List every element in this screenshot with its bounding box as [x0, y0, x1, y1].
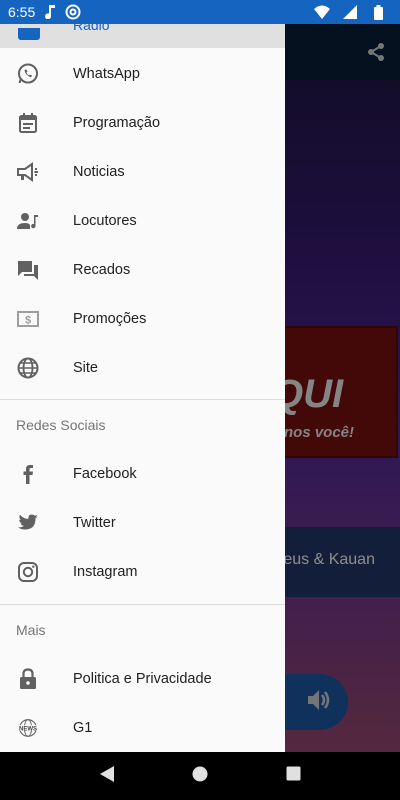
drawer-item-instagram[interactable]: Instagram	[0, 547, 285, 596]
drawer-item-label: Twitter	[73, 514, 116, 531]
signal-icon	[342, 4, 358, 20]
drawer-item-g1[interactable]: NEWS G1	[0, 703, 285, 752]
svg-text:NEWS: NEWS	[19, 726, 37, 732]
svg-text:$: $	[25, 314, 31, 326]
lock-icon	[16, 667, 40, 691]
drawer-item-facebook[interactable]: Facebook	[0, 449, 285, 498]
drawer-item-promocoes[interactable]: $ Promoções	[0, 294, 285, 343]
drawer-item-locutores[interactable]: Locutores	[0, 196, 285, 245]
person-music-icon	[16, 209, 40, 233]
drawer-item-twitter[interactable]: Twitter	[0, 498, 285, 547]
drawer-item-programacao[interactable]: Programação	[0, 98, 285, 147]
money-icon: $	[16, 307, 40, 331]
back-icon[interactable]	[99, 765, 115, 788]
drawer-item-label: G1	[73, 719, 93, 736]
music-note-icon	[43, 4, 59, 20]
news-icon: NEWS	[16, 716, 40, 740]
recents-icon[interactable]	[286, 766, 301, 786]
drawer-item-label: Noticias	[73, 163, 125, 180]
at-sign-icon	[65, 4, 81, 20]
drawer-item-label: Site	[73, 359, 98, 376]
instagram-icon	[16, 560, 40, 584]
globe-icon	[16, 356, 40, 380]
section-title-mais: Mais	[16, 622, 46, 638]
drawer-item-label: Programação	[73, 114, 161, 131]
drawer-item-label: Radio	[73, 24, 110, 33]
calendar-icon	[16, 111, 40, 135]
status-time: 6:55	[8, 4, 36, 20]
drawer-item-label: Instagram	[73, 563, 138, 580]
status-bar: 6:55	[0, 0, 400, 24]
drawer-item-label: Promoções	[73, 310, 147, 327]
whatsapp-icon	[16, 62, 40, 86]
drawer-item-radio[interactable]: Radio	[0, 24, 285, 48]
drawer-item-label: WhatsApp	[73, 65, 140, 82]
drawer-divider	[0, 399, 285, 400]
drawer-divider	[0, 604, 285, 605]
drawer-item-label: Recados	[73, 261, 131, 278]
drawer-item-privacidade[interactable]: Politica e Privacidade	[0, 654, 285, 703]
drawer-item-site[interactable]: Site	[0, 343, 285, 392]
facebook-icon	[16, 462, 40, 486]
chat-icon	[16, 258, 40, 282]
drawer-item-label: Facebook	[73, 465, 137, 482]
navigation-drawer: Radio WhatsApp Programação Noticias Locu…	[0, 24, 285, 752]
home-icon[interactable]	[192, 766, 208, 787]
wifi-icon	[314, 4, 330, 20]
megaphone-icon	[16, 160, 40, 184]
drawer-item-noticias[interactable]: Noticias	[0, 147, 285, 196]
twitter-icon	[16, 511, 40, 535]
drawer-item-label: Locutores	[73, 212, 137, 229]
section-title-redes-sociais: Redes Sociais	[16, 417, 106, 433]
radio-icon	[18, 28, 40, 40]
drawer-item-whatsapp[interactable]: WhatsApp	[0, 49, 285, 98]
drawer-item-recados[interactable]: Recados	[0, 245, 285, 294]
drawer-item-label: Politica e Privacidade	[73, 670, 212, 687]
battery-icon	[370, 4, 386, 20]
system-navigation-bar	[0, 752, 400, 800]
